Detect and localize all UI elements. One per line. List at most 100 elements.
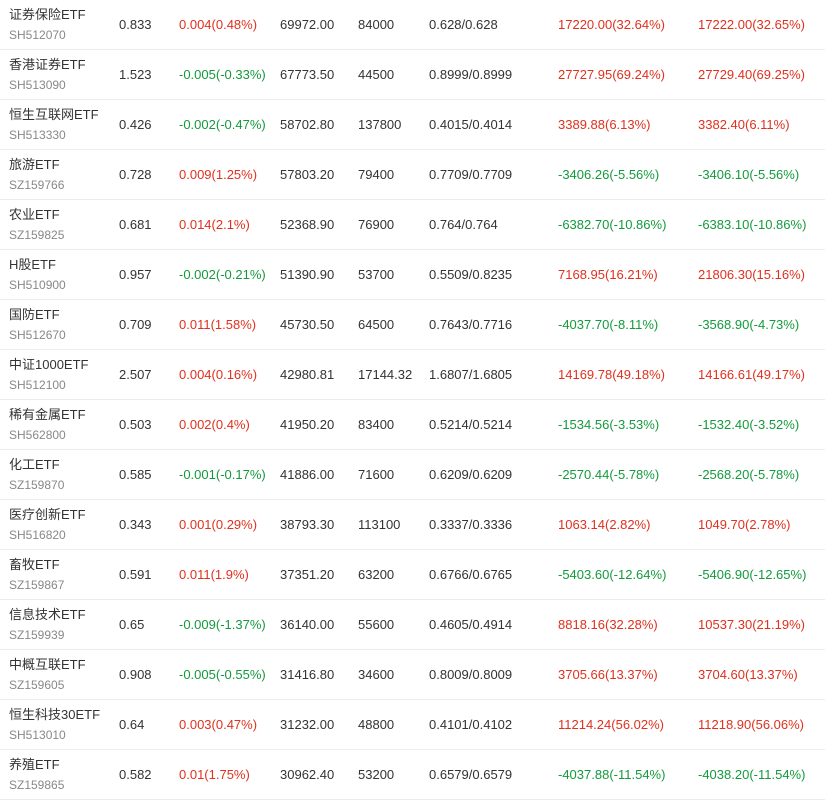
change-cell: 0.014(2.1%): [179, 217, 250, 232]
bid-ask-cell: 0.6209/0.6209: [429, 467, 513, 482]
price-cell: 0.65: [119, 617, 145, 632]
fund-code: SH562800: [9, 428, 66, 442]
table-row[interactable]: 证券保险ETF SH512070 0.833 0.004(0.48%) 69972.00…: [0, 0, 825, 50]
amount-cell: 41950.20: [280, 417, 335, 432]
volume-cell: 79400: [358, 167, 395, 182]
table-row[interactable]: 恒生科技30ETF SH513010 0.64 0.003(0.47%) 31232.0…: [0, 700, 825, 750]
fund-name[interactable]: 稀有金属ETF: [9, 406, 86, 424]
fund-name-cell: 证券保险ETF SH512070: [9, 6, 86, 44]
price-cell: 2.507: [119, 367, 152, 382]
table-row[interactable]: 香港证券ETF SH513090 1.523 -0.005(-0.33%) 67773.…: [0, 50, 825, 100]
fund-name[interactable]: 中概互联ETF: [9, 656, 86, 674]
fund-code: SZ159867: [9, 578, 65, 592]
table-row[interactable]: H股ETF SH510900 0.957 -0.002(-0.21%) 51390.90…: [0, 250, 825, 300]
fund-code: SH510900: [9, 278, 66, 292]
change-cell: 0.004(0.16%): [179, 367, 258, 382]
fund-name[interactable]: 证券保险ETF: [9, 6, 86, 24]
table-row[interactable]: 畜牧ETF SZ159867 0.591 0.011(1.9%) 37351.20 632…: [0, 550, 825, 600]
profit-cell-1: 8818.16(32.28%): [558, 617, 658, 632]
table-row[interactable]: 养殖ETF SZ159865 0.582 0.01(1.75%) 30962.40 532…: [0, 750, 825, 800]
fund-code: SZ159605: [9, 678, 65, 692]
bid-ask-cell: 1.6807/1.6805: [429, 367, 513, 382]
table-row[interactable]: 医疗创新ETF SH516820 0.343 0.001(0.29%) 38793.30…: [0, 500, 825, 550]
etf-holdings-table: 证券保险ETF SH512070 0.833 0.004(0.48%) 69972.00…: [0, 0, 825, 800]
price-cell: 0.709: [119, 317, 152, 332]
profit-cell-2: -3568.90(-4.73%): [698, 317, 800, 332]
fund-name-cell: 畜牧ETF SZ159867: [9, 556, 64, 594]
bid-ask-cell: 0.6579/0.6579: [429, 767, 513, 782]
profit-cell-2: 21806.30(15.16%): [698, 267, 805, 282]
amount-cell: 52368.90: [280, 217, 335, 232]
fund-name-cell: 旅游ETF SZ159766: [9, 156, 64, 194]
bid-ask-cell: 0.3337/0.3336: [429, 517, 513, 532]
change-cell: -0.001(-0.17%): [179, 467, 266, 482]
fund-name-cell: H股ETF SH510900: [9, 256, 66, 294]
fund-name[interactable]: 农业ETF: [9, 206, 64, 224]
volume-cell: 71600: [358, 467, 395, 482]
amount-cell: 58702.80: [280, 117, 335, 132]
volume-cell: 34600: [358, 667, 395, 682]
table-row[interactable]: 化工ETF SZ159870 0.585 -0.001(-0.17%) 41886.00…: [0, 450, 825, 500]
table-row[interactable]: 农业ETF SZ159825 0.681 0.014(2.1%) 52368.90 769…: [0, 200, 825, 250]
fund-code: SZ159865: [9, 778, 65, 792]
price-cell: 0.64: [119, 717, 145, 732]
profit-cell-1: 27727.95(69.24%): [558, 67, 665, 82]
fund-name[interactable]: 恒生互联网ETF: [9, 106, 99, 124]
volume-cell: 64500: [358, 317, 395, 332]
table-row[interactable]: 信息技术ETF SZ159939 0.65 -0.009(-1.37%) 36140.0…: [0, 600, 825, 650]
fund-name[interactable]: 中证1000ETF: [9, 356, 88, 374]
fund-name[interactable]: H股ETF: [9, 256, 66, 274]
profit-cell-1: 11214.24(56.02%): [558, 717, 665, 732]
profit-cell-1: -6382.70(-10.86%): [558, 217, 667, 232]
fund-name[interactable]: 恒生科技30ETF: [9, 706, 100, 724]
fund-name[interactable]: 旅游ETF: [9, 156, 64, 174]
change-cell: 0.011(1.58%): [179, 317, 257, 332]
bid-ask-cell: 0.628/0.628: [429, 17, 498, 32]
amount-cell: 51390.90: [280, 267, 335, 282]
table-row[interactable]: 中概互联ETF SZ159605 0.908 -0.005(-0.55%) 31416.…: [0, 650, 825, 700]
fund-name[interactable]: 香港证券ETF: [9, 56, 86, 74]
change-cell: 0.001(0.29%): [179, 517, 258, 532]
fund-name-cell: 香港证券ETF SH513090: [9, 56, 86, 94]
profit-cell-2: -2568.20(-5.78%): [698, 467, 800, 482]
profit-cell-1: 17220.00(32.64%): [558, 17, 665, 32]
fund-code: SZ159870: [9, 478, 65, 492]
fund-name[interactable]: 畜牧ETF: [9, 556, 64, 574]
volume-cell: 137800: [358, 117, 402, 132]
volume-cell: 63200: [358, 567, 395, 582]
price-cell: 0.503: [119, 417, 152, 432]
change-cell: 0.01(1.75%): [179, 767, 250, 782]
profit-cell-2: 14166.61(49.17%): [698, 367, 805, 382]
profit-cell-1: 3705.66(13.37%): [558, 667, 658, 682]
change-cell: -0.002(-0.47%): [179, 117, 266, 132]
profit-cell-2: 10537.30(21.19%): [698, 617, 805, 632]
table-row[interactable]: 稀有金属ETF SH562800 0.503 0.002(0.4%) 41950.20 8…: [0, 400, 825, 450]
bid-ask-cell: 0.5509/0.8235: [429, 267, 513, 282]
fund-name-cell: 国防ETF SH512670: [9, 306, 66, 344]
profit-cell-2: -5406.90(-12.65%): [698, 567, 807, 582]
fund-name-cell: 中概互联ETF SZ159605: [9, 656, 86, 694]
volume-cell: 48800: [358, 717, 395, 732]
price-cell: 0.957: [119, 267, 152, 282]
price-cell: 0.582: [119, 767, 152, 782]
profit-cell-1: -4037.88(-11.54%): [558, 767, 666, 782]
bid-ask-cell: 0.6766/0.6765: [429, 567, 513, 582]
fund-name[interactable]: 化工ETF: [9, 456, 64, 474]
profit-cell-2: 3704.60(13.37%): [698, 667, 798, 682]
table-row[interactable]: 旅游ETF SZ159766 0.728 0.009(1.25%) 57803.20 79…: [0, 150, 825, 200]
fund-name[interactable]: 国防ETF: [9, 306, 66, 324]
amount-cell: 31232.00: [280, 717, 335, 732]
fund-name[interactable]: 养殖ETF: [9, 756, 64, 774]
profit-cell-2: 11218.90(56.06%): [698, 717, 805, 732]
price-cell: 0.585: [119, 467, 152, 482]
price-cell: 0.343: [119, 517, 152, 532]
table-row[interactable]: 恒生互联网ETF SH513330 0.426 -0.002(-0.47%) 58702…: [0, 100, 825, 150]
change-cell: 0.004(0.48%): [179, 17, 258, 32]
fund-name[interactable]: 医疗创新ETF: [9, 506, 86, 524]
fund-code: SZ159825: [9, 228, 65, 242]
volume-cell: 53200: [358, 767, 395, 782]
table-row[interactable]: 国防ETF SH512670 0.709 0.011(1.58%) 45730.50 64…: [0, 300, 825, 350]
table-row[interactable]: 中证1000ETF SH512100 2.507 0.004(0.16%) 42980.…: [0, 350, 825, 400]
price-cell: 0.728: [119, 167, 152, 182]
fund-name[interactable]: 信息技术ETF: [9, 606, 86, 624]
